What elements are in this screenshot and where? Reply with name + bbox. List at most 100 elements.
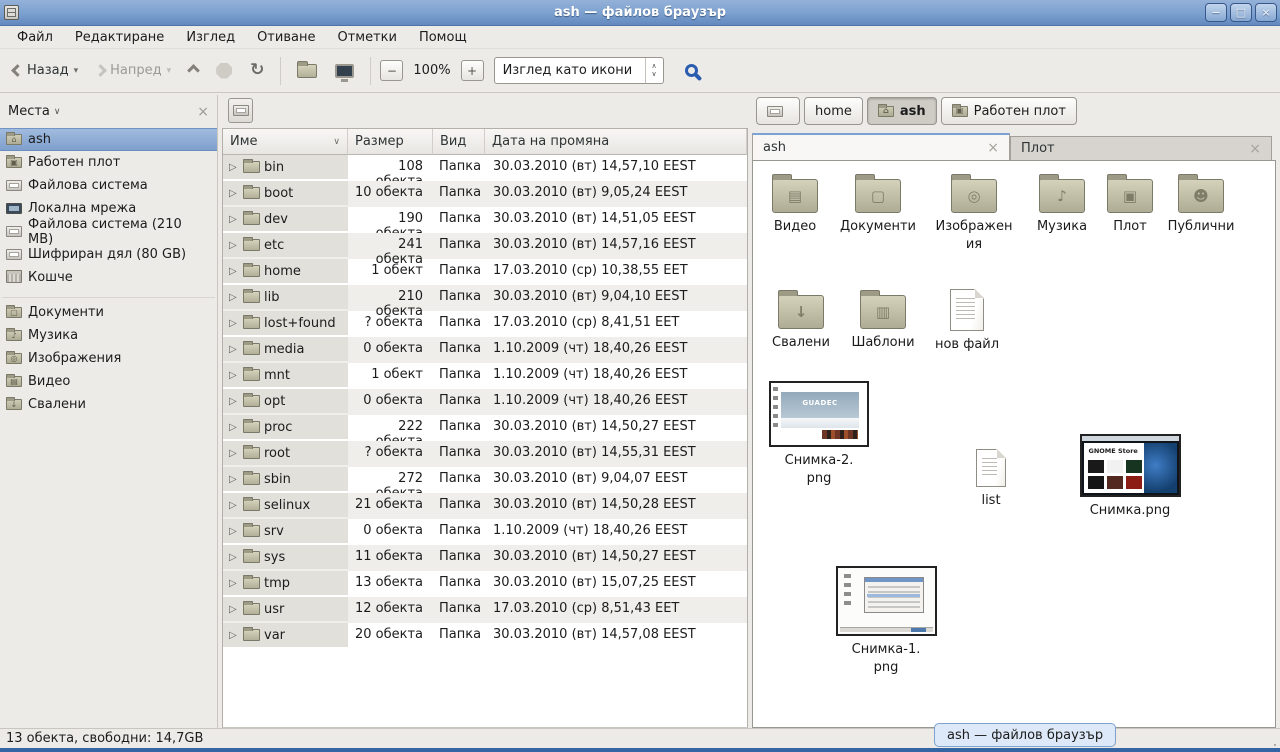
tab-close-icon[interactable]: × — [1249, 141, 1261, 157]
expander-icon[interactable]: ▷ — [229, 396, 239, 407]
breadcrumb-button[interactable]: home — [804, 97, 863, 125]
expander-icon[interactable]: ▷ — [229, 162, 239, 173]
expander-icon[interactable]: ▷ — [229, 370, 239, 381]
column-header-date[interactable]: Дата на промяна — [485, 129, 747, 155]
sidebar-close-icon[interactable]: × — [197, 104, 209, 120]
expander-icon[interactable]: ▷ — [229, 552, 239, 563]
menu-item[interactable]: Изглед — [175, 28, 246, 47]
tree-row[interactable]: ▷ root ? обекта Папка 30.03.2010 (вт) 14… — [223, 441, 747, 467]
expander-icon[interactable]: ▷ — [229, 448, 239, 459]
tree-row[interactable]: ▷ sys 11 обекта Папка 30.03.2010 (вт) 14… — [223, 545, 747, 571]
tree-row[interactable]: ▷ sbin 272 обекта Папка 30.03.2010 (вт) … — [223, 467, 747, 493]
sidebar-item[interactable]: ash — [0, 128, 217, 151]
column-header-name[interactable]: Име∨ — [223, 129, 348, 155]
tree-row[interactable]: ▷ dev 190 обекта Папка 30.03.2010 (вт) 1… — [223, 207, 747, 233]
minimize-button[interactable]: − — [1205, 3, 1227, 22]
folder-tree: Име∨ Размер Вид Дата на промяна ▷ bin 10… — [222, 128, 748, 728]
tab-plot[interactable]: Плот × — [1010, 136, 1272, 160]
sidebar-item[interactable]: Файлова система — [0, 174, 217, 197]
tree-row[interactable]: ▷ mnt 1 обект Папка 1.10.2009 (чт) 18,40… — [223, 363, 747, 389]
expander-icon[interactable]: ▷ — [229, 292, 239, 303]
forward-button[interactable]: Напред ▾ — [89, 58, 178, 83]
maximize-button[interactable]: □ — [1230, 3, 1252, 22]
sidebar-item[interactable]: Изображения — [0, 347, 217, 370]
icon-view-item[interactable]: Документи — [836, 173, 920, 236]
tree-row[interactable]: ▷ lib 210 обекта Папка 30.03.2010 (вт) 9… — [223, 285, 747, 311]
expander-icon[interactable]: ▷ — [229, 240, 239, 251]
icon-view-item[interactable]: Свалени — [759, 289, 843, 352]
spinner-icon[interactable]: ∧∨ — [645, 58, 663, 83]
sidebar-item[interactable]: Музика — [0, 324, 217, 347]
tab-ash[interactable]: ash × — [752, 133, 1010, 160]
sidebar-item[interactable]: Шифриран дял (80 GB) — [0, 243, 217, 266]
expander-icon[interactable]: ▷ — [229, 344, 239, 355]
icon-view-item[interactable]: Снимка.png — [1075, 434, 1185, 520]
back-button[interactable]: Назад ▾ — [6, 58, 85, 83]
column-header-size[interactable]: Размер — [348, 129, 433, 155]
tree-row[interactable]: ▷ bin 108 обекта Папка 30.03.2010 (вт) 1… — [223, 155, 747, 181]
home-button[interactable] — [290, 59, 324, 83]
stop-button[interactable] — [209, 58, 239, 84]
column-header-type[interactable]: Вид — [433, 129, 485, 155]
icon-view-item[interactable]: Изображен ия — [932, 173, 1016, 253]
tree-row[interactable]: ▷ etc 241 обекта Папка 30.03.2010 (вт) 1… — [223, 233, 747, 259]
menu-item[interactable]: Редактиране — [64, 28, 175, 47]
breadcrumb-button[interactable]: Работен плот — [941, 97, 1077, 125]
expander-icon[interactable]: ▷ — [229, 266, 239, 277]
sidebar-item[interactable]: Видео — [0, 370, 217, 393]
tab-close-icon[interactable]: × — [987, 140, 999, 156]
icon-view-item[interactable]: list — [949, 449, 1033, 510]
tree-row[interactable]: ▷ boot 10 обекта Папка 30.03.2010 (вт) 9… — [223, 181, 747, 207]
icon-view-item[interactable]: Шаблони — [841, 289, 925, 352]
reload-button[interactable]: ↻ — [243, 57, 271, 84]
expander-icon[interactable]: ▷ — [229, 630, 239, 641]
tree-row[interactable]: ▷ tmp 13 обекта Папка 30.03.2010 (вт) 15… — [223, 571, 747, 597]
tree-row[interactable]: ▷ media 0 обекта Папка 1.10.2009 (чт) 18… — [223, 337, 747, 363]
tree-row[interactable]: ▷ usr 12 обекта Папка 17.03.2010 (ср) 8,… — [223, 597, 747, 623]
view-mode-select[interactable]: Изглед като икони ∧∨ — [494, 57, 664, 84]
expander-icon[interactable]: ▷ — [229, 526, 239, 537]
sidebar-item[interactable]: Свалени — [0, 393, 217, 416]
icon-view-item[interactable]: нов файл — [925, 289, 1009, 354]
sidebar-item[interactable]: Работен плот — [0, 151, 217, 174]
up-button[interactable] — [182, 61, 205, 80]
back-dropdown-icon[interactable]: ▾ — [74, 66, 79, 76]
menu-item[interactable]: Помощ — [408, 28, 478, 47]
search-button[interactable] — [668, 59, 705, 82]
sidebar-item[interactable]: Кошче — [0, 266, 217, 289]
close-button[interactable]: × — [1255, 3, 1277, 22]
expander-icon[interactable]: ▷ — [229, 500, 239, 511]
icon-view-item[interactable]: Видео — [753, 173, 837, 236]
icon-view-item[interactable]: Снимка-2. png — [764, 381, 874, 487]
menu-item[interactable]: Отметки — [326, 28, 407, 47]
tree-row[interactable]: ▷ selinux 21 обекта Папка 30.03.2010 (вт… — [223, 493, 747, 519]
tree-row[interactable]: ▷ srv 0 обекта Папка 1.10.2009 (чт) 18,4… — [223, 519, 747, 545]
expander-icon[interactable]: ▷ — [229, 318, 239, 329]
breadcrumb-button[interactable]: ash — [867, 97, 937, 125]
zoom-out-button[interactable]: − — [380, 60, 403, 81]
expander-icon[interactable]: ▷ — [229, 474, 239, 485]
icon-view-item[interactable]: Публични — [1159, 173, 1243, 236]
breadcrumb-button[interactable] — [756, 97, 800, 125]
tree-row[interactable]: ▷ opt 0 обекта Папка 1.10.2009 (чт) 18,4… — [223, 389, 747, 415]
expander-icon[interactable]: ▷ — [229, 578, 239, 589]
resize-grip[interactable] — [1274, 744, 1276, 746]
tree-row[interactable]: ▷ var 20 обекта Папка 30.03.2010 (вт) 14… — [223, 623, 747, 649]
expander-icon[interactable]: ▷ — [229, 188, 239, 199]
expander-icon[interactable]: ▷ — [229, 214, 239, 225]
sidebar-title[interactable]: Места — [8, 104, 50, 119]
expander-icon[interactable]: ▷ — [229, 422, 239, 433]
expander-icon[interactable]: ▷ — [229, 604, 239, 615]
computer-button[interactable] — [328, 59, 361, 83]
zoom-in-button[interactable]: + — [461, 60, 484, 81]
sidebar-item[interactable]: Файлова система (210 MB) — [0, 220, 217, 243]
menu-item[interactable]: Отиване — [246, 28, 326, 47]
tree-row[interactable]: ▷ home 1 обект Папка 17.03.2010 (ср) 10,… — [223, 259, 747, 285]
icon-view-item[interactable]: Снимка-1. png — [831, 566, 941, 676]
icon-view[interactable]: Видео Документи Изображен ия Муз — [752, 160, 1276, 728]
tree-row[interactable]: ▷ proc 222 обекта Папка 30.03.2010 (вт) … — [223, 415, 747, 441]
menu-item[interactable]: Файл — [6, 28, 64, 47]
tree-row[interactable]: ▷ lost+found ? обекта Папка 17.03.2010 (… — [223, 311, 747, 337]
sidebar-item[interactable]: Документи — [0, 301, 217, 324]
tree-root-button[interactable] — [228, 98, 253, 123]
